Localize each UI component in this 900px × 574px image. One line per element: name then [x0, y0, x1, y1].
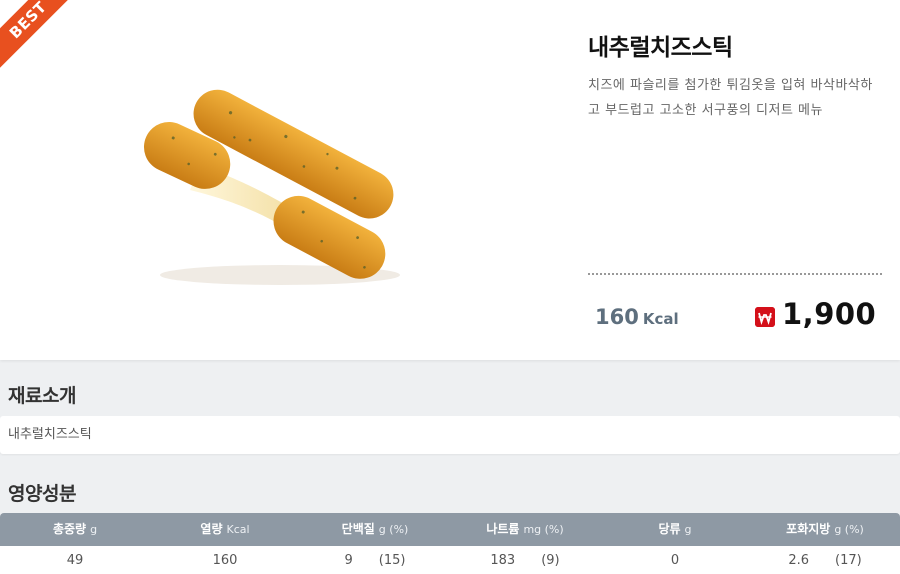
nutrition-table: 총중량 g 열량 Kcal 단백질 g (%) 나트륨 mg (%) 당류 g 포화지방 g…: [0, 513, 900, 574]
nutrition-header-row: 총중량 g 열량 Kcal 단백질 g (%) 나트륨 mg (%) 당류 g 포화지방 g…: [0, 513, 900, 546]
value-total-weight: 49: [66, 553, 84, 568]
header-protein: 단백질 g (%): [341, 522, 409, 536]
value-saturated-fat: 2.6 (17): [788, 553, 862, 568]
product-info: 내추럴치즈스틱 치즈에 파슬리를 첨가한 튀김옷을 입혀 바삭바삭하고 부드럽고…: [588, 0, 884, 360]
header-sodium: 나트륨 mg (%): [486, 522, 564, 536]
value-calories: 160: [212, 553, 238, 568]
calorie-unit: Kcal: [642, 310, 679, 328]
value-sodium: 183 (9): [490, 553, 560, 568]
nutrition-title: 영양성분: [8, 483, 76, 505]
product-description: 치즈에 파슬리를 첨가한 튀김옷을 입혀 바삭바삭하고 부드럽고 고소한 서구풍…: [588, 78, 873, 118]
product-card: BEST 내추럴치즈스틱 치즈에 파슬리를 첨가한 튀김옷을 입혀 바삭바삭하고…: [0, 0, 900, 360]
cheese-stick-image: [143, 89, 400, 285]
header-calories: 열량 Kcal: [200, 522, 250, 536]
value-sugar: 0: [670, 553, 680, 568]
menu-detail-page: BEST 내추럴치즈스틱 치즈에 파슬리를 첨가한 튀김옷을 입혀 바삭바삭하고…: [0, 0, 900, 574]
header-saturated-fat: 포화지방 g (%): [786, 522, 864, 536]
header-sugar: 당류 g: [658, 522, 692, 536]
nutrition-value-row: 49 160 9 (15) 183 (9) 0 2.6 (17): [0, 546, 900, 574]
value-protein: 9 (15): [344, 553, 406, 568]
ingredients-box: 내추럴치즈스틱: [0, 416, 900, 454]
best-ribbon: BEST: [0, 0, 81, 73]
calorie-value: 160: [595, 305, 639, 329]
header-total-weight: 총중량 g: [52, 522, 98, 536]
ingredients-title: 재료소개: [8, 385, 76, 407]
won-badge-icon: [755, 307, 775, 327]
price: 1,900: [782, 297, 877, 331]
divider: [588, 273, 882, 275]
product-name: 내추럴치즈스틱: [588, 35, 733, 61]
calorie-info: 160 Kcal: [595, 305, 679, 329]
